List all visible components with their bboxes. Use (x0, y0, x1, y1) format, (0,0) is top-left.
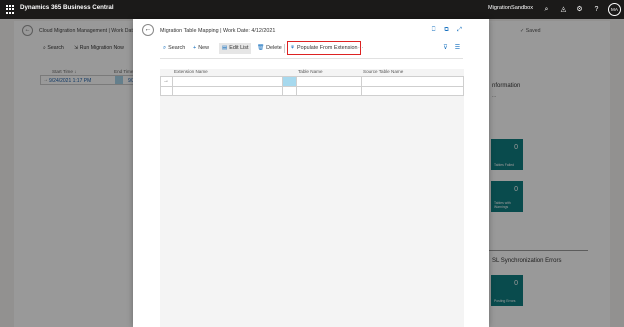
edit-list-icon: ▤ (222, 45, 228, 51)
trash-icon: 🗑 (257, 45, 265, 51)
more-actions-button[interactable]: ··· (358, 43, 363, 54)
delete-button[interactable]: 🗑 Delete (257, 43, 282, 54)
search-button[interactable]: ⌕ Search (163, 43, 185, 54)
search-label: Search (168, 45, 186, 51)
list-area (160, 69, 464, 327)
open-new-window-icon[interactable]: ⧉ (442, 26, 451, 35)
expand-icon[interactable]: ⤢ (455, 26, 464, 35)
search-icon[interactable]: ⌕ (541, 4, 552, 15)
new-button[interactable]: + New (193, 43, 209, 54)
edit-list-label: Edit List (229, 45, 249, 51)
table-name-header[interactable]: Table Name (298, 69, 323, 74)
bell-icon[interactable]: ◬ (558, 4, 569, 15)
populate-icon: ⚘ (290, 45, 296, 51)
back-arrow-icon[interactable]: ← (142, 24, 154, 36)
new-label: New (198, 45, 210, 51)
environment-name: MigrationSandbox (488, 5, 534, 11)
table-name-cell[interactable] (297, 77, 360, 86)
extension-name-cell[interactable] (173, 77, 281, 86)
migration-table-mapping-dialog: ← Migration Table Mapping | Work Date: 4… (133, 19, 489, 327)
bookmark-icon[interactable]: ⎕ (429, 26, 438, 35)
toolbar-divider (160, 58, 463, 59)
gear-icon[interactable]: ⚙ (574, 4, 585, 15)
dialog-title: Migration Table Mapping | Work Date: 4/1… (160, 28, 276, 34)
source-table-name-header[interactable]: Source Table Name (363, 69, 403, 74)
app-bar: Dynamics 365 Business Central MigrationS… (0, 0, 624, 19)
app-brand[interactable]: Dynamics 365 Business Central (20, 4, 114, 11)
populate-label: Populate From Extension (297, 45, 358, 51)
search-icon: ⌕ (163, 45, 167, 51)
populate-from-extension-button[interactable]: ⚘ Populate From Extension (287, 41, 361, 55)
source-table-name-cell[interactable] (362, 77, 462, 86)
row-selector[interactable] (282, 77, 296, 86)
edit-list-button[interactable]: ▤ Edit List (219, 43, 252, 54)
extension-name-header[interactable]: Extension Name (174, 69, 208, 74)
filter-icon[interactable]: ⊽ (441, 44, 450, 53)
app-launcher-icon[interactable] (6, 5, 15, 14)
plus-icon: + (193, 45, 197, 51)
row-arrow-icon: → (163, 78, 169, 84)
mapping-table: → (160, 76, 464, 96)
help-icon[interactable]: ? (591, 4, 602, 15)
delete-label: Delete (266, 45, 282, 51)
list-view-icon[interactable]: ☰ (453, 44, 462, 53)
row-divider (161, 86, 463, 87)
avatar[interactable]: MA (608, 3, 621, 16)
toolbar-separator (284, 44, 285, 53)
